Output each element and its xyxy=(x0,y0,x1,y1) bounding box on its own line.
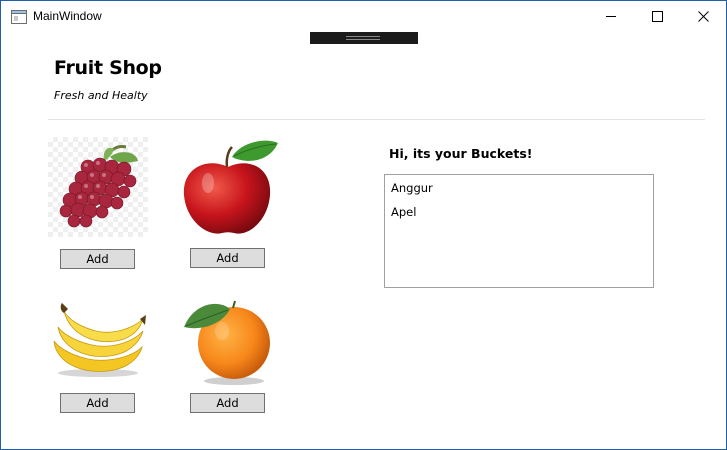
main-window: MainWindow Fruit Shop Fresh and Healty A… xyxy=(0,0,727,450)
close-button[interactable] xyxy=(680,1,726,32)
banana-image xyxy=(48,291,148,391)
grapes-icon xyxy=(59,145,138,228)
grip-line xyxy=(346,39,380,40)
add-grapes-button[interactable]: Add xyxy=(60,249,135,269)
list-item[interactable]: Anggur xyxy=(385,179,653,203)
header-divider xyxy=(48,119,705,120)
maximize-button[interactable] xyxy=(634,1,680,32)
grapes-image xyxy=(48,137,148,237)
add-banana-button[interactable]: Add xyxy=(60,393,135,413)
app-window-icon xyxy=(11,10,27,24)
bucket-list[interactable]: Anggur Apel xyxy=(384,174,654,288)
page-subtitle: Fresh and Healty xyxy=(54,89,148,102)
title-bar[interactable]: MainWindow xyxy=(1,1,726,33)
orange-image xyxy=(178,291,278,391)
add-orange-button[interactable]: Add xyxy=(190,393,265,413)
maximize-icon xyxy=(651,11,663,22)
window-title: MainWindow xyxy=(33,9,102,23)
page-title: Fruit Shop xyxy=(54,57,162,79)
minimize-icon xyxy=(605,16,616,17)
orange-icon xyxy=(184,300,270,385)
add-apple-button[interactable]: Add xyxy=(190,248,265,268)
list-item[interactable]: Apel xyxy=(385,203,653,227)
bucket-heading: Hi, its your Buckets! xyxy=(389,146,533,161)
minimize-button[interactable] xyxy=(588,1,634,32)
debug-toolbar-handle[interactable] xyxy=(310,32,418,44)
close-icon xyxy=(697,11,709,22)
banana-icon xyxy=(53,303,146,377)
apple-image xyxy=(178,137,278,237)
apple-icon xyxy=(183,140,278,234)
grip-line xyxy=(346,36,380,37)
